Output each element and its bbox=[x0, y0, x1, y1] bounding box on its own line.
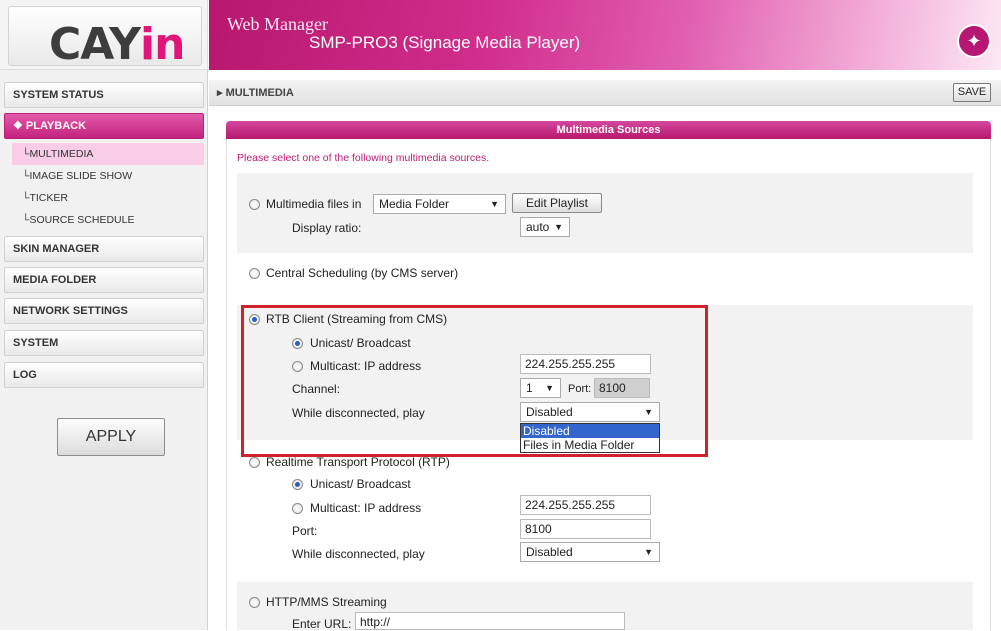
rtp-multicast-radio[interactable] bbox=[292, 503, 303, 514]
rtp-port-field[interactable]: 8100 bbox=[520, 519, 651, 539]
logo-accent: in bbox=[140, 19, 185, 70]
sidebar-subitem-multimedia[interactable]: └MULTIMEDIA bbox=[12, 143, 204, 165]
sidebar-subitem-ticker[interactable]: └TICKER bbox=[12, 187, 204, 209]
rtp-multicast-label: Multicast: IP address bbox=[310, 501, 422, 515]
dropdown-option-disabled[interactable]: Disabled bbox=[521, 424, 659, 438]
files-radio[interactable] bbox=[249, 199, 260, 210]
rtp-unicast-radio[interactable] bbox=[292, 479, 303, 490]
files-label: Multimedia files in bbox=[266, 197, 362, 211]
chevron-down-icon: ▼ bbox=[644, 547, 653, 557]
logo-frame: CAYin bbox=[8, 6, 202, 70]
rtp-disconnect-value: Disabled bbox=[526, 545, 573, 559]
http-label: HTTP/MMS Streaming bbox=[266, 595, 387, 609]
sidebar-item-skin-manager[interactable]: SKIN MANAGER bbox=[4, 236, 204, 262]
sidebar: SYSTEM STATUS ❖ PLAYBACK └MULTIMEDIA └IM… bbox=[0, 70, 208, 630]
logo-area: CAYin bbox=[0, 0, 208, 70]
folder-select-value: Media Folder bbox=[379, 197, 450, 211]
rtp-port-label: Port: bbox=[292, 524, 318, 538]
breadcrumb-bar: ▸ MULTIMEDIA SAVE bbox=[209, 80, 1001, 106]
sidebar-item-playback[interactable]: ❖ PLAYBACK bbox=[4, 113, 204, 139]
sidebar-item-log[interactable]: LOG bbox=[4, 362, 204, 388]
app-header: Web Manager SMP-PRO3 (Signage Media Play… bbox=[209, 0, 1001, 70]
central-scheduling-label: Central Scheduling (by CMS server) bbox=[266, 266, 459, 280]
sidebar-item-system-status[interactable]: SYSTEM STATUS bbox=[4, 82, 204, 108]
app-title: Web Manager bbox=[227, 14, 329, 34]
display-ratio-label: Display ratio: bbox=[292, 221, 362, 235]
display-ratio-value: auto bbox=[526, 220, 550, 234]
sidebar-item-system[interactable]: SYSTEM bbox=[4, 330, 204, 356]
chevron-down-icon: ▼ bbox=[490, 199, 499, 209]
disconnect-dropdown-list[interactable]: Disabled Files in Media Folder bbox=[520, 423, 660, 453]
central-scheduling-radio[interactable] bbox=[249, 268, 260, 279]
rtp-label: Realtime Transport Protocol (RTP) bbox=[266, 455, 450, 469]
http-url-field[interactable]: http:// bbox=[355, 612, 625, 630]
chevron-down-icon: ▼ bbox=[554, 222, 563, 232]
rtp-unicast-label: Unicast/ Broadcast bbox=[310, 477, 411, 491]
breadcrumb: ▸ MULTIMEDIA bbox=[217, 87, 294, 99]
save-button[interactable]: SAVE bbox=[953, 83, 991, 102]
panel-title: Multimedia Sources bbox=[226, 121, 991, 139]
http-radio[interactable] bbox=[249, 597, 260, 608]
sidebar-item-media-folder[interactable]: MEDIA FOLDER bbox=[4, 267, 204, 293]
sidebar-item-network-settings[interactable]: NETWORK SETTINGS bbox=[4, 298, 204, 324]
display-ratio-select[interactable]: auto ▼ bbox=[520, 217, 570, 237]
http-url-label: Enter URL: bbox=[292, 617, 352, 631]
intro-text: Please select one of the following multi… bbox=[237, 152, 490, 164]
sidebar-subitem-source-schedule[interactable]: └SOURCE SCHEDULE bbox=[12, 209, 204, 231]
edit-playlist-button[interactable]: Edit Playlist bbox=[512, 193, 602, 213]
apply-button[interactable]: APPLY bbox=[57, 418, 165, 456]
product-name: SMP-PRO3 (Signage Media Player) bbox=[309, 33, 581, 52]
sidebar-subitem-image-slide-show[interactable]: └IMAGE SLIDE SHOW bbox=[12, 165, 204, 187]
dropdown-option-files-in-media-folder[interactable]: Files in Media Folder bbox=[521, 438, 659, 452]
files-group bbox=[237, 173, 973, 253]
rtp-disconnect-select[interactable]: Disabled ▼ bbox=[520, 542, 660, 562]
cayin-logo: CAYin bbox=[49, 19, 185, 70]
folder-select[interactable]: Media Folder ▼ bbox=[373, 194, 506, 214]
logo-main: CAY bbox=[49, 19, 141, 70]
rtp-disconnect-label: While disconnected, play bbox=[292, 547, 425, 561]
rtp-multicast-ip-field[interactable]: 224.255.255.255 bbox=[520, 495, 651, 515]
wand-icon[interactable]: ✦ bbox=[957, 24, 991, 58]
rtp-radio[interactable] bbox=[249, 457, 260, 468]
